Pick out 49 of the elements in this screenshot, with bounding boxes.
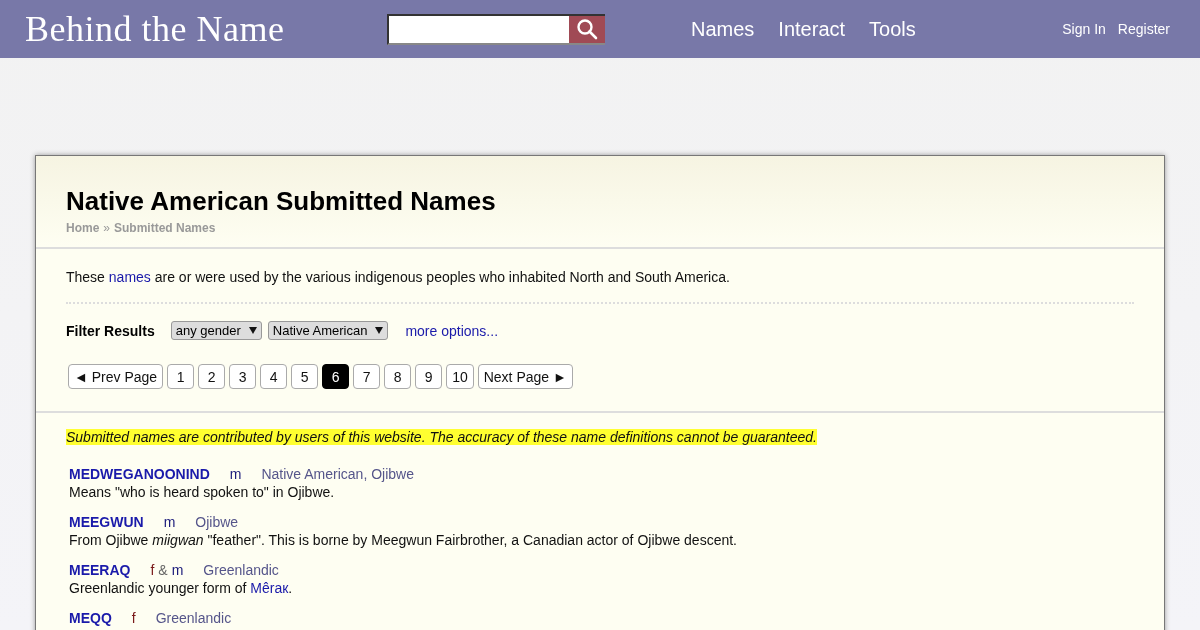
more-options-link[interactable]: more options... (405, 322, 499, 339)
account-link[interactable]: Sign In (1062, 21, 1106, 37)
page-button[interactable]: 5 (291, 364, 319, 389)
names-link[interactable]: names (108, 269, 151, 285)
page-button[interactable]: 6 (322, 364, 350, 389)
page-button[interactable]: 4 (260, 364, 288, 389)
filter-dropdown[interactable]: any gender (170, 321, 262, 340)
caret-icon (248, 327, 257, 334)
search-field[interactable] (387, 13, 605, 45)
name-link[interactable]: MEDWEGANOONIND (69, 466, 210, 482)
ampersand: & (158, 562, 168, 578)
site-logo[interactable]: Behind the Name (25, 8, 387, 50)
page-button[interactable]: 1 (167, 364, 195, 389)
account-link[interactable]: Register (1117, 21, 1170, 37)
page-title: Native American Submitted Names (66, 186, 497, 217)
page-button[interactable]: ◄ Prev Page (68, 364, 164, 389)
gender-tag: m (171, 562, 184, 578)
nav-link[interactable]: Names (691, 17, 755, 41)
name-description: From Ojibwe miigwan "feather". This is borne by Meegwun Fairbrother, a Canadian actor of Ojibwe descent. (69, 532, 738, 548)
gender-tag: f (150, 562, 155, 578)
page-button[interactable]: 7 (353, 364, 381, 389)
page-button[interactable]: 2 (198, 364, 226, 389)
name-description: Means "who is heard spoken to" in Ojibwe. (69, 484, 336, 500)
usage-link[interactable]: Greenlandic (203, 562, 279, 578)
caret-icon (375, 327, 384, 334)
name-link[interactable]: MEEGWUN (69, 514, 144, 530)
search-button[interactable] (569, 15, 605, 43)
usage-link[interactable]: Greenlandic (155, 610, 232, 626)
page-button[interactable]: 8 (384, 364, 412, 389)
filter-label: Filter Results (66, 322, 155, 339)
usage-link[interactable]: Ojibwe (195, 514, 239, 530)
filter-dropdown[interactable]: Native American (267, 321, 389, 340)
gender-tag: m (229, 466, 242, 482)
name-link[interactable]: MEQQ (69, 610, 112, 626)
page-button[interactable]: Next Page ► (477, 364, 573, 389)
intro-text: These names are or were used by the various indigenous peoples who inhabited North and South America. (66, 269, 731, 285)
disclaimer-notice: Submitted names are contributed by users of this website. The accuracy of these name definitions cannot be guaranteed. (66, 429, 817, 445)
page-button[interactable]: 9 (415, 364, 443, 389)
breadcrumb-separator: » (103, 221, 111, 235)
page-button[interactable]: 3 (229, 364, 257, 389)
name-link[interactable]: MEERAQ (69, 562, 131, 578)
usage-link[interactable]: Native American, Ojibwe (261, 466, 414, 482)
name-description: Greenlandic younger form of Mêraк. (69, 580, 294, 596)
gender-tag: f (131, 610, 136, 626)
page-button[interactable]: 10 (446, 364, 474, 389)
nav-link[interactable]: Interact (778, 17, 846, 41)
search-icon (576, 18, 598, 40)
nav-link[interactable]: Tools (869, 17, 916, 41)
gender-tag: m (163, 514, 176, 530)
